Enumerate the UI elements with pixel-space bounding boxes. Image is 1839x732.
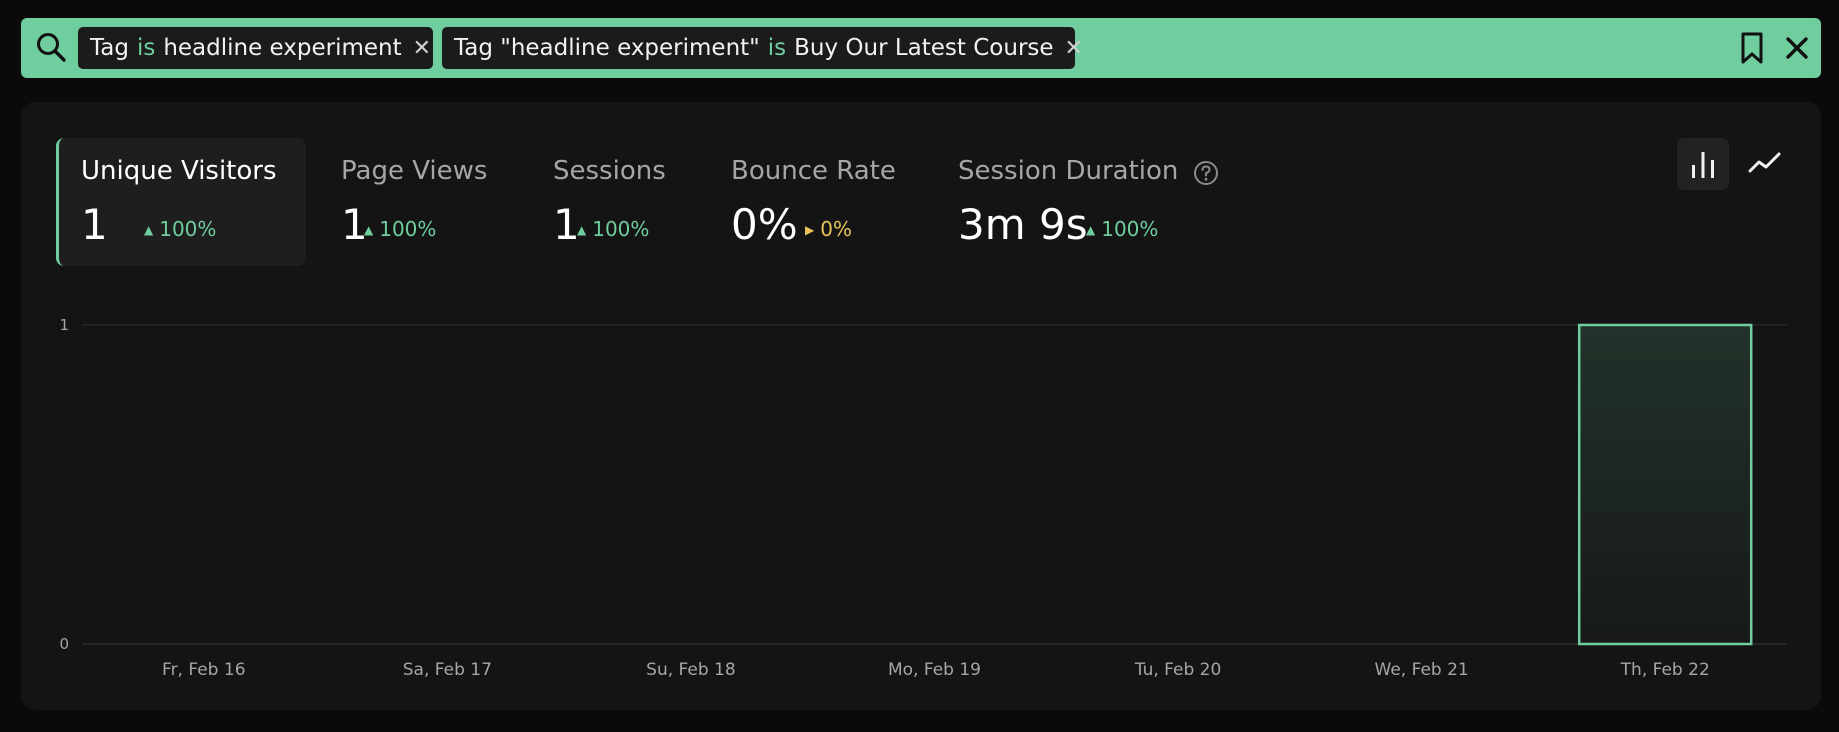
metric-delta: ▲ 100%: [577, 217, 649, 241]
metric-value: 1: [553, 200, 580, 249]
filter-field: Tag: [90, 35, 129, 61]
trend-neutral-icon: ▶: [805, 223, 815, 237]
filter-operator: is: [767, 35, 787, 61]
x-tick-label: We, Feb 21: [1375, 660, 1469, 680]
metric-delta-text: 0%: [820, 217, 852, 241]
metric-delta-text: 100%: [159, 217, 217, 241]
metric-delta-text: 100%: [379, 217, 437, 241]
metric-label: Unique Visitors: [81, 156, 277, 186]
trend-up-icon: ▲: [364, 223, 374, 237]
x-tick-label: Tu, Feb 20: [1134, 660, 1222, 680]
metric-delta-text: 100%: [1101, 217, 1159, 241]
metric-sessions[interactable]: Sessions 1 ▲ 100%: [531, 138, 681, 266]
x-tick-label: Sa, Feb 17: [403, 660, 492, 680]
y-tick-label: 0: [59, 635, 69, 653]
x-tick-label: Th, Feb 22: [1620, 660, 1710, 680]
close-icon[interactable]: [1781, 32, 1813, 64]
metric-delta: ▶ 0%: [805, 217, 852, 241]
line-chart-icon: [1748, 152, 1781, 173]
metric-delta-text: 100%: [592, 217, 650, 241]
metric-delta: ▲ 100%: [144, 217, 216, 241]
metric-label: Bounce Rate: [731, 156, 896, 186]
x-tick-label: Su, Feb 18: [646, 660, 736, 680]
metric-label: Page Views: [341, 156, 488, 186]
metric-unique-visitors[interactable]: Unique Visitors 1 ▲ 100%: [56, 138, 306, 266]
line-chart-toggle[interactable]: [1739, 138, 1791, 190]
filter-field: Tag "headline experiment": [454, 35, 760, 61]
metric-delta: ▲ 100%: [364, 217, 436, 241]
filter-chip[interactable]: Tag is headline experiment ✕: [78, 27, 433, 69]
remove-filter-icon[interactable]: ✕: [413, 36, 431, 61]
search-icon[interactable]: [34, 30, 68, 64]
metric-page-views[interactable]: Page Views 1 ▲ 100%: [319, 138, 509, 266]
filter-chip[interactable]: Tag "headline experiment" is Buy Our Lat…: [442, 27, 1083, 69]
metric-value: 3m 9s: [958, 200, 1088, 249]
chart-bar: [1577, 323, 1753, 646]
trend-up-icon: ▲: [144, 223, 154, 237]
bookmark-icon[interactable]: [1735, 30, 1769, 66]
trend-up-icon: ▲: [1086, 223, 1096, 237]
stats-panel: Unique Visitors 1 ▲ 100% Page Views 1 ▲ 10…: [21, 102, 1821, 710]
x-tick-label: Fr, Feb 16: [162, 660, 245, 680]
trend-up-icon: ▲: [577, 223, 587, 237]
y-tick-label: 1: [59, 316, 69, 334]
filter-operator: is: [136, 35, 156, 61]
metric-label: Session Duration: [958, 156, 1179, 186]
metric-bounce-rate[interactable]: Bounce Rate 0% ▶ 0%: [709, 138, 899, 266]
metric-value: 0%: [731, 200, 798, 249]
bar-chart-icon: [1692, 152, 1714, 178]
metric-session-duration[interactable]: Session Duration 3m 9s ▲ 100%: [936, 138, 1179, 266]
help-icon[interactable]: [1193, 160, 1219, 186]
filter-value: headline experiment: [163, 35, 402, 61]
metric-delta: ▲ 100%: [1086, 217, 1158, 241]
bar-chart-toggle[interactable]: [1677, 138, 1729, 190]
filter-value: Buy Our Latest Course: [794, 35, 1054, 61]
remove-filter-icon[interactable]: ✕: [1065, 36, 1083, 61]
x-tick-label: Mo, Feb 19: [888, 660, 981, 680]
filter-bar: Tag is headline experiment ✕ Tag "headli…: [21, 18, 1821, 78]
metric-value: 1: [81, 200, 108, 249]
metric-label: Sessions: [553, 156, 666, 186]
